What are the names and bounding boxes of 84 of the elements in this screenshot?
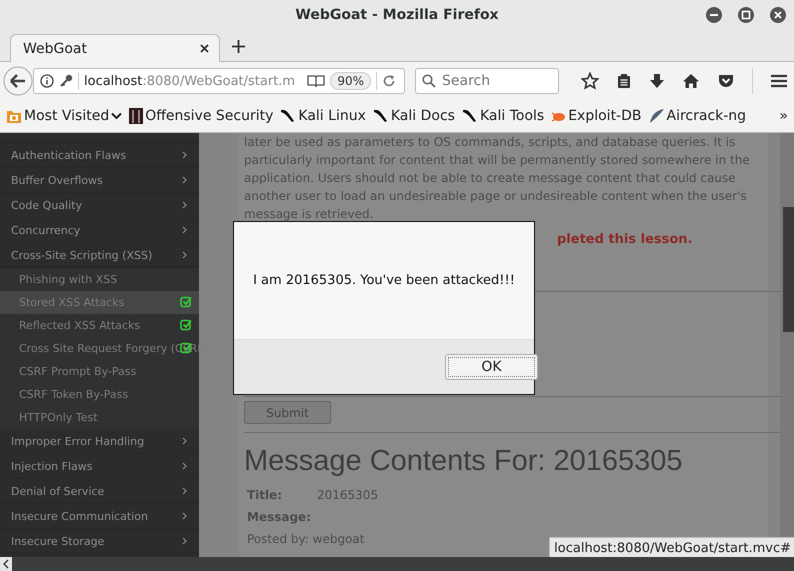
category-label: Injection Flaws <box>11 460 93 472</box>
bookmark-label: Kali Docs <box>390 108 455 124</box>
bookmark-label: Exploit-DB <box>568 108 642 124</box>
bookmark-label: Most Visited <box>24 108 110 124</box>
url-field[interactable]: localhost:8080/WebGoat/start.m 90% <box>33 68 405 94</box>
tab-title: WebGoat <box>23 40 88 56</box>
scroll-left-icon[interactable] <box>0 557 12 571</box>
bookmark-item[interactable]: Exploit-DB <box>551 108 642 124</box>
home-icon[interactable] <box>682 73 700 89</box>
star-icon[interactable] <box>581 72 599 90</box>
bookmark-label: Kali Tools <box>480 108 544 124</box>
category-label: Code Quality <box>11 198 82 212</box>
bookmark-label: Kali Linux <box>298 108 366 124</box>
chevron-right-icon <box>182 537 187 545</box>
chevron-right-icon <box>182 201 187 209</box>
category-label: Insecure Storage <box>11 534 104 548</box>
folder-icon <box>6 108 22 124</box>
message-heading: Message Contents For: 20165305 <box>244 445 684 478</box>
field-label: Message: <box>247 510 312 524</box>
lesson-label: Phishing with XSS <box>19 273 118 286</box>
search-icon <box>422 74 436 88</box>
download-icon[interactable] <box>649 73 665 89</box>
chevron-down-icon <box>111 112 122 120</box>
reload-icon[interactable] <box>382 74 396 88</box>
window-title: WebGoat - Mozilla Firefox <box>295 7 499 23</box>
category-label: Authentication Flaws <box>11 148 126 162</box>
horizontal-scrollbar[interactable] <box>0 557 794 571</box>
back-icon[interactable] <box>3 66 33 96</box>
chevron-right-icon <box>182 462 187 470</box>
bug-icon <box>551 110 566 122</box>
submit-button[interactable]: Submit <box>244 401 331 424</box>
chevron-right-icon <box>182 487 187 495</box>
alert-message: I am 20165305. You've been attacked!!! <box>253 273 515 288</box>
minimize-icon[interactable] <box>706 7 722 23</box>
field-value: 20165305 <box>317 488 378 502</box>
chevron-right-icon <box>182 512 187 520</box>
lesson-status: pleted this lesson. <box>557 232 693 247</box>
chevron-right-icon <box>182 226 187 234</box>
more-bookmarks[interactable]: » <box>779 108 788 124</box>
category-label: Buffer Overflows <box>11 174 103 186</box>
bookmark-item[interactable]: Aircrack-ng <box>648 108 746 124</box>
logo-icon <box>129 108 144 124</box>
chevron-right-icon <box>182 251 187 259</box>
category-label: Concurrency <box>11 224 80 236</box>
lesson-paragraph: later be used as parameters to OS commands, scripts, and database queries. It is particularly important for content that will be permanently stored somewhere in the application. Users should not be able to create message content that could cause another user to load an undesireable page or undesireable content when the user's message is retrieved. <box>244 134 750 223</box>
bookmark-item[interactable]: Kali Linux <box>280 108 366 124</box>
key-icon[interactable] <box>59 74 73 88</box>
menu-icon[interactable] <box>770 73 788 89</box>
browser-tab[interactable]: WebGoat <box>10 34 220 62</box>
category-label: Improper Error Handling <box>11 434 144 448</box>
chevron-right-icon <box>182 151 187 159</box>
field-label: Title: <box>247 488 284 502</box>
reader-icon[interactable] <box>307 74 326 88</box>
plus-icon[interactable] <box>232 40 245 53</box>
maximize-icon[interactable] <box>738 7 754 23</box>
ok-button[interactable]: OK <box>445 354 538 380</box>
info-icon[interactable] <box>40 74 54 88</box>
close-icon[interactable] <box>770 7 786 23</box>
bookmark-item[interactable]: Most Visited <box>6 108 122 124</box>
pocket-icon[interactable] <box>717 73 735 89</box>
category-label: Insecure Communication <box>11 510 148 522</box>
url-text: localhost:8080/WebGoat/start.m <box>84 74 296 88</box>
bookmark-item[interactable]: Kali Docs <box>372 108 455 124</box>
lesson-label: CSRF Prompt By-Pass <box>19 365 136 378</box>
lesson-item[interactable]: HTTPOnly Test <box>0 406 199 429</box>
chevron-right-icon <box>182 437 187 445</box>
lesson-item[interactable]: Reflected XSS Attacks <box>0 314 199 337</box>
posted-by: Posted by: webgoat <box>247 532 364 546</box>
bookmark-label: Aircrack-ng <box>666 108 746 124</box>
search-field[interactable]: Search <box>415 68 559 94</box>
category-label: Cross-Site Scripting (XSS) <box>11 248 152 262</box>
bookmark-item[interactable]: Kali Tools <box>462 108 544 124</box>
clipboard-icon[interactable] <box>616 73 632 89</box>
lesson-label: Reflected XSS Attacks <box>19 319 140 332</box>
category-label: Denial of Service <box>11 484 104 498</box>
close-icon[interactable] <box>200 44 209 53</box>
chevron-right-icon <box>182 176 187 184</box>
lesson-item[interactable]: CSRF Token By-Pass <box>0 383 199 406</box>
zoom-badge[interactable]: 90% <box>330 72 371 90</box>
lesson-label: HTTPOnly Test <box>19 411 98 424</box>
lesson-label: CSRF Token By-Pass <box>19 388 128 401</box>
lesson-item[interactable]: Phishing with XSS <box>0 268 199 291</box>
lesson-item[interactable]: CSRF Prompt By-Pass <box>0 360 199 383</box>
link-status-tooltip: localhost:8080/WebGoat/start.mvc# <box>549 537 794 557</box>
